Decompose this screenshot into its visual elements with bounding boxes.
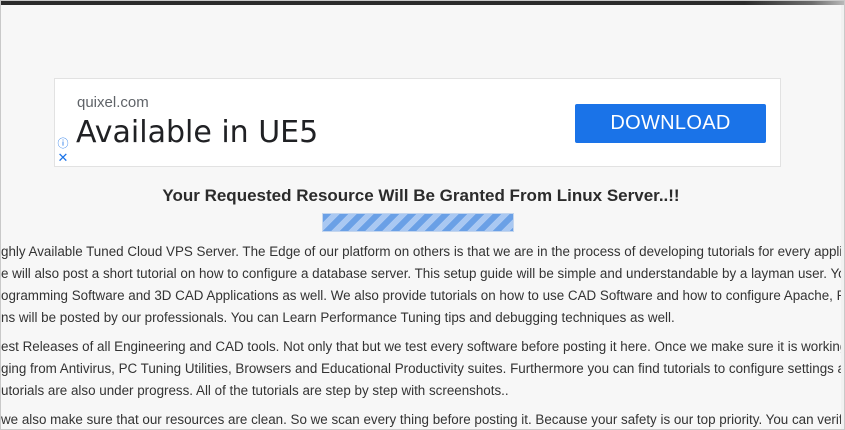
ad-banner[interactable]: quixel.com Available in UE5 DOWNLOAD ⓘ ✕ <box>54 78 781 167</box>
paragraph: est Releases of all Engineering and CAD … <box>1 336 841 402</box>
paragraph-line: ging from Antivirus, PC Tuning Utilities… <box>1 361 841 376</box>
browser-viewport: quixel.com Available in UE5 DOWNLOAD ⓘ ✕… <box>0 0 845 430</box>
info-icon[interactable]: ⓘ <box>57 138 69 150</box>
loading-progress-bar <box>322 213 514 232</box>
paragraph-line: we also make sure that our resources are… <box>1 412 841 427</box>
paragraph-line: ns will be posted by our professionals. … <box>1 310 675 325</box>
article-body: ghly Available Tuned Cloud VPS Server. T… <box>1 241 841 429</box>
paragraph: ghly Available Tuned Cloud VPS Server. T… <box>1 241 841 329</box>
paragraph-line: utorials are also under progress. All of… <box>1 383 509 398</box>
ad-domain: quixel.com <box>77 94 149 111</box>
ad-headline[interactable]: Available in UE5 <box>76 115 318 150</box>
paragraph-line: est Releases of all Engineering and CAD … <box>1 339 841 354</box>
paragraph: we also make sure that our resources are… <box>1 409 841 429</box>
close-icon[interactable]: ✕ <box>57 151 69 164</box>
page-headline: Your Requested Resource Will Be Granted … <box>162 186 680 205</box>
page-content: quixel.com Available in UE5 DOWNLOAD ⓘ ✕… <box>1 5 841 429</box>
paragraph-line: ghly Available Tuned Cloud VPS Server. T… <box>1 244 841 259</box>
paragraph-line: ogramming Software and 3D CAD Applicatio… <box>1 288 841 303</box>
ad-download-button[interactable]: DOWNLOAD <box>575 104 766 143</box>
paragraph-line: e will also post a short tutorial on how… <box>1 266 841 281</box>
